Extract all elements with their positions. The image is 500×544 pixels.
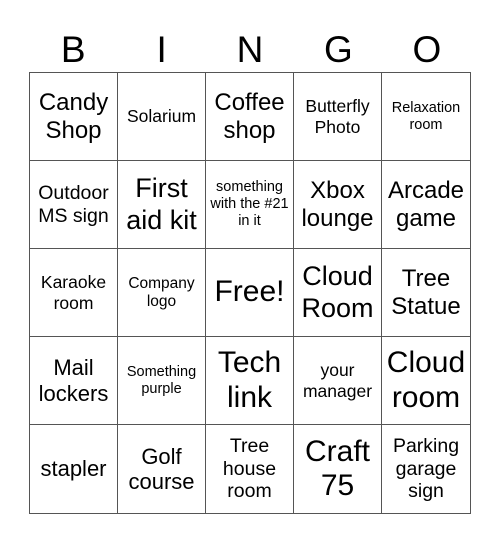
bingo-cell[interactable]: Coffee shop xyxy=(206,73,294,161)
bingo-cell[interactable]: Candy Shop xyxy=(30,73,118,161)
bingo-cell[interactable]: Company logo xyxy=(118,249,206,337)
bingo-cell[interactable]: Butterfly Photo xyxy=(294,73,382,161)
bingo-cell[interactable]: Cloud Room xyxy=(294,249,382,337)
bingo-cell[interactable]: Relaxation room xyxy=(382,73,470,161)
header-letter-i: I xyxy=(156,29,167,70)
bingo-cell[interactable]: Craft 75 xyxy=(294,425,382,513)
bingo-cell[interactable]: Parking garage sign xyxy=(382,425,470,513)
header-letter-b: B xyxy=(60,29,86,70)
bingo-cell[interactable]: Golf course xyxy=(118,425,206,513)
bingo-cell[interactable]: Outdoor MS sign xyxy=(30,161,118,249)
header-letter-o: O xyxy=(412,29,442,70)
bingo-cell[interactable]: Mail lockers xyxy=(30,337,118,425)
bingo-cell[interactable]: Tree Statue xyxy=(382,249,470,337)
header-letter-n: N xyxy=(236,29,264,70)
bingo-grid: Candy Shop Solarium Coffee shop Butterfl… xyxy=(29,72,471,514)
bingo-cell[interactable]: Tree house room xyxy=(206,425,294,513)
bingo-cell[interactable]: Cloud room xyxy=(382,337,470,425)
bingo-cell[interactable]: Solarium xyxy=(118,73,206,161)
bingo-cell[interactable]: Karaoke room xyxy=(30,249,118,337)
bingo-cell[interactable]: stapler xyxy=(30,425,118,513)
bingo-cell[interactable]: Xbox lounge xyxy=(294,161,382,249)
bingo-header: B I N G O xyxy=(29,28,471,72)
bingo-cell[interactable]: Tech link xyxy=(206,337,294,425)
bingo-cell[interactable]: something with the #21 in it xyxy=(206,161,294,249)
bingo-free-space[interactable]: Free! xyxy=(206,249,294,337)
bingo-cell[interactable]: Arcade game xyxy=(382,161,470,249)
bingo-cell[interactable]: your manager xyxy=(294,337,382,425)
bingo-cell[interactable]: Something purple xyxy=(118,337,206,425)
header-letter-g: G xyxy=(324,29,353,70)
bingo-cell[interactable]: First aid kit xyxy=(118,161,206,249)
